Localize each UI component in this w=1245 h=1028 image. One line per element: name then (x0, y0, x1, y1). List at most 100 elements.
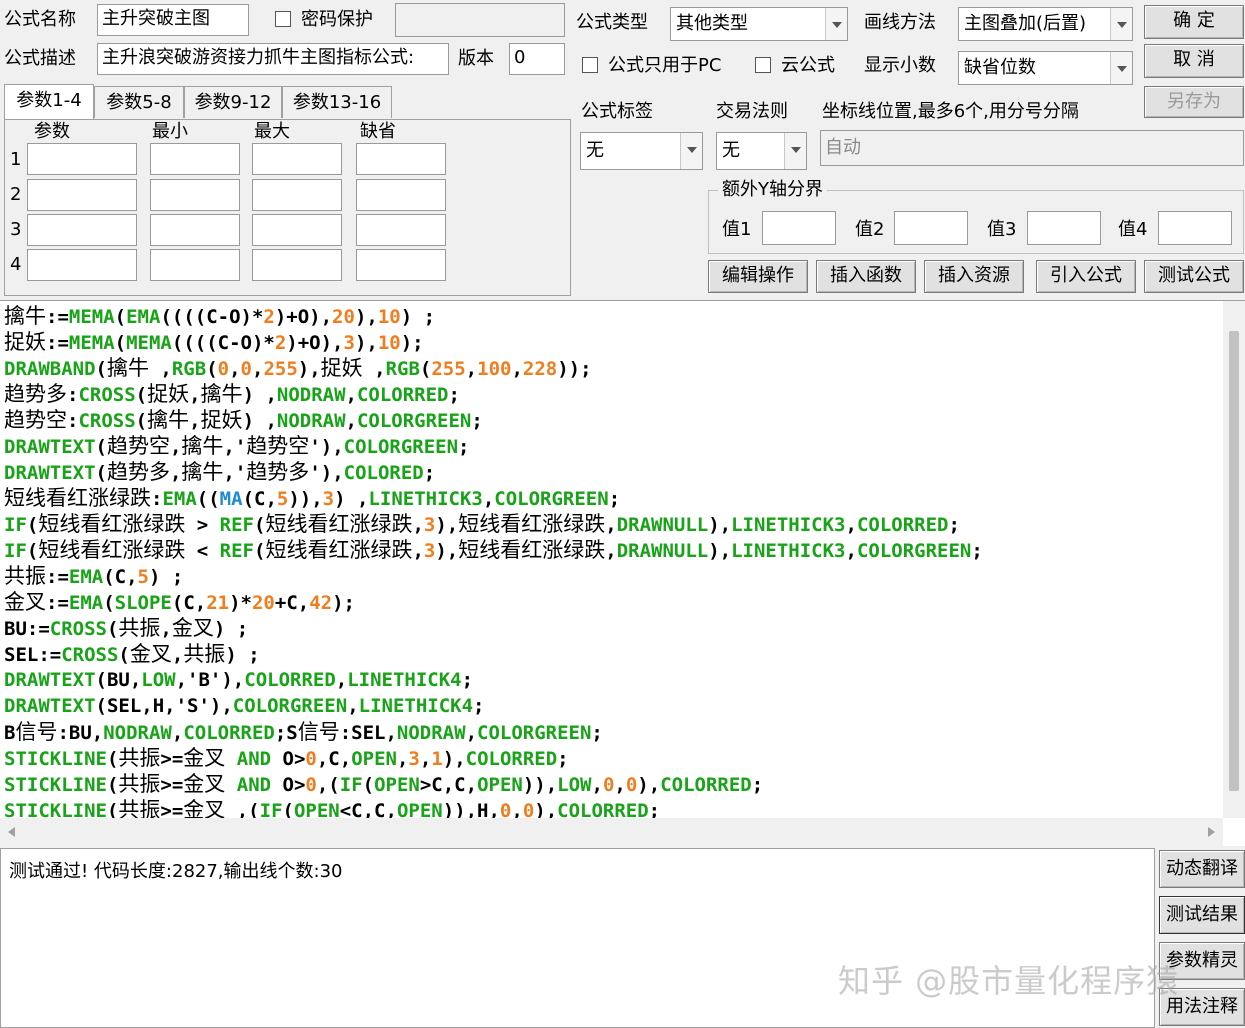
code-token: ; (471, 410, 483, 432)
cloud-checkbox[interactable] (755, 57, 771, 73)
code-line[interactable]: 短线看红涨绿跌:EMA((MA(C,5)),3) ,LINETHICK3,COL… (4, 485, 1221, 511)
code-token: 短线看红涨绿跌 (4, 486, 151, 510)
code-token: OPEN (396, 800, 443, 818)
code-token: ) ; (400, 306, 436, 328)
code-token: 0 (305, 774, 317, 796)
param-4-default-input[interactable] (356, 249, 446, 281)
value-1-input[interactable] (762, 211, 836, 245)
code-line[interactable]: 捉妖:=MEMA(MEMA((((C-O)*2)+O),3),10); (4, 329, 1221, 355)
scroll-right-icon[interactable] (1208, 827, 1215, 837)
code-token: 金叉 (4, 590, 46, 614)
pc-only-checkbox[interactable] (582, 57, 598, 73)
value-4-input[interactable] (1158, 211, 1232, 245)
save-as-button[interactable]: 另存为 (1144, 86, 1244, 118)
code-token: ; (608, 488, 621, 510)
param-2-min-input[interactable] (150, 179, 240, 211)
code-token: , (171, 722, 184, 744)
code-token: 金叉 (183, 798, 226, 818)
code-token: 趋势空 (106, 434, 170, 458)
code-line[interactable]: STICKLINE(共振>=金叉 AND O>0,C,OPEN,3,1),COL… (4, 745, 1221, 771)
scrollbar-thumb[interactable] (1229, 331, 1239, 791)
decimals-select[interactable]: 缺省位数 (958, 51, 1133, 85)
param-1-max-input[interactable] (252, 143, 342, 175)
formula-desc-input[interactable]: 主升浪突破游资接力抓牛主图指标公式: (97, 43, 449, 75)
import-formula-button[interactable]: 引入公式 (1036, 260, 1136, 293)
chevron-down-icon (825, 8, 847, 40)
value-3-input[interactable] (1027, 211, 1101, 245)
code-token: , (465, 722, 478, 744)
code-line[interactable]: IF(短线看红涨绿跌 < REF(短线看红涨绿跌,3),短线看红涨绿跌,DRAW… (4, 537, 1221, 563)
test-formula-button[interactable]: 测试公式 (1144, 260, 1244, 293)
code-line[interactable]: 趋势空:CROSS(擒牛,捉妖) ,NODRAW,COLORGREEN; (4, 407, 1221, 433)
code-line[interactable]: BU:=CROSS(共振,金叉) ; (4, 615, 1221, 641)
version-label: 版本 (458, 48, 494, 69)
code-line[interactable]: DRAWTEXT(SEL,H,'S'),COLORGREEN,LINETHICK… (4, 693, 1221, 719)
param-2-max-input[interactable] (252, 179, 342, 211)
param-4-name-input[interactable] (27, 249, 137, 281)
draw-method-select[interactable]: 主图叠加(后置) (958, 7, 1133, 41)
code-line[interactable]: 趋势多:CROSS(捉妖,擒牛) ,NODRAW,COLORRED; (4, 381, 1221, 407)
code-line[interactable]: DRAWTEXT(趋势空,擒牛,'趋势空'),COLORGREEN; (4, 433, 1221, 459)
code-token: NODRAW (276, 384, 346, 406)
dynamic-translate-button[interactable]: 动态翻译 (1159, 850, 1245, 888)
tab-params-5-8[interactable]: 参数5-8 (94, 86, 184, 118)
trade-rule-select[interactable]: 无 (716, 132, 807, 170)
code-line[interactable]: 擒牛:=MEMA(EMA((((C-O)*2)+O),20),10) ; (4, 303, 1221, 329)
param-1-name-input[interactable] (27, 143, 137, 175)
code-token: ( (26, 540, 39, 562)
code-line[interactable]: 共振:=EMA(C,5) ; (4, 563, 1221, 589)
tag-select[interactable]: 无 (580, 132, 703, 170)
insert-resource-button[interactable]: 插入资源 (924, 260, 1024, 293)
code-line[interactable]: B信号:BU,NODRAW,COLORRED;S信号:SEL,NODRAW,CO… (4, 719, 1221, 745)
code-text-area[interactable]: 擒牛:=MEMA(EMA((((C-O)*2)+O),20),10) ; 捉妖:=… (4, 303, 1221, 818)
code-line[interactable]: STICKLINE(共振>=金叉 ,(IF(OPEN<C,C,OPEN)),H,… (4, 797, 1221, 818)
password-checkbox[interactable] (275, 11, 291, 27)
ok-button[interactable]: 确 定 (1144, 5, 1244, 39)
axis-position-input[interactable]: 自动 (820, 130, 1244, 166)
code-token: COLORGREEN (477, 722, 592, 744)
code-token: ( (26, 514, 39, 536)
code-line[interactable]: 金叉:=EMA(SLOPE(C,21)*20+C,42); (4, 589, 1221, 615)
code-line[interactable]: DRAWTEXT(趋势多,擒牛,'趋势多'),COLORED; (4, 459, 1221, 485)
code-line[interactable]: DRAWBAND(擒牛 ,RGB(0,0,255),捉妖 ,RGB(255,10… (4, 355, 1221, 381)
param-3-max-input[interactable] (252, 214, 342, 246)
code-token: 0 (240, 358, 252, 380)
param-4-max-input[interactable] (252, 249, 342, 281)
param-3-min-input[interactable] (150, 214, 240, 246)
param-1-default-input[interactable] (356, 143, 446, 175)
code-token: > (185, 514, 220, 536)
code-token: 2 (274, 332, 287, 354)
vertical-scrollbar[interactable] (1223, 301, 1245, 818)
code-editor[interactable]: 擒牛:=MEMA(EMA((((C-O)*2)+O),20),10) ; 捉妖:=… (0, 300, 1245, 846)
code-token: O> (271, 748, 306, 770)
code-token: ), (354, 306, 378, 328)
tab-params-13-16[interactable]: 参数13-16 (282, 86, 392, 118)
horizontal-scrollbar[interactable] (0, 818, 1223, 846)
tab-params-9-12[interactable]: 参数9-12 (184, 86, 282, 118)
cancel-button[interactable]: 取 消 (1144, 44, 1244, 78)
formula-name-input[interactable]: 主升突破主图 (97, 4, 249, 36)
code-line[interactable]: IF(短线看红涨绿跌 > REF(短线看红涨绿跌,3),短线看红涨绿跌,DRAW… (4, 511, 1221, 537)
code-line[interactable]: SEL:=CROSS(金叉,共振) ; (4, 641, 1221, 667)
param-2-default-input[interactable] (356, 179, 446, 211)
param-1-min-input[interactable] (150, 143, 240, 175)
version-input[interactable]: 0 (509, 43, 565, 75)
password-input[interactable] (395, 3, 565, 37)
param-3-name-input[interactable] (27, 214, 137, 246)
code-token: ) , (242, 410, 277, 432)
value-2-input[interactable] (894, 211, 968, 245)
code-token: ( (106, 774, 119, 796)
param-3-default-input[interactable] (356, 214, 446, 246)
formula-type-select[interactable]: 其他类型 (670, 7, 848, 41)
tab-params-1-4[interactable]: 参数1-4 (4, 84, 94, 120)
code-line[interactable]: STICKLINE(共振>=金叉 AND O>0,(IF(OPEN>C,C,OP… (4, 771, 1221, 797)
code-token: 3 (423, 540, 436, 562)
param-4-min-input[interactable] (150, 249, 240, 281)
code-token: ((((C-O)* (171, 332, 275, 354)
edit-operation-button[interactable]: 编辑操作 (708, 260, 808, 293)
code-line[interactable]: DRAWTEXT(BU,LOW,'B'),COLORRED,LINETHICK4… (4, 667, 1221, 693)
insert-function-button[interactable]: 插入函数 (816, 260, 916, 293)
test-result-button[interactable]: 测试结果 (1159, 896, 1245, 934)
param-2-name-input[interactable] (27, 179, 137, 211)
scroll-left-icon[interactable] (8, 827, 15, 837)
